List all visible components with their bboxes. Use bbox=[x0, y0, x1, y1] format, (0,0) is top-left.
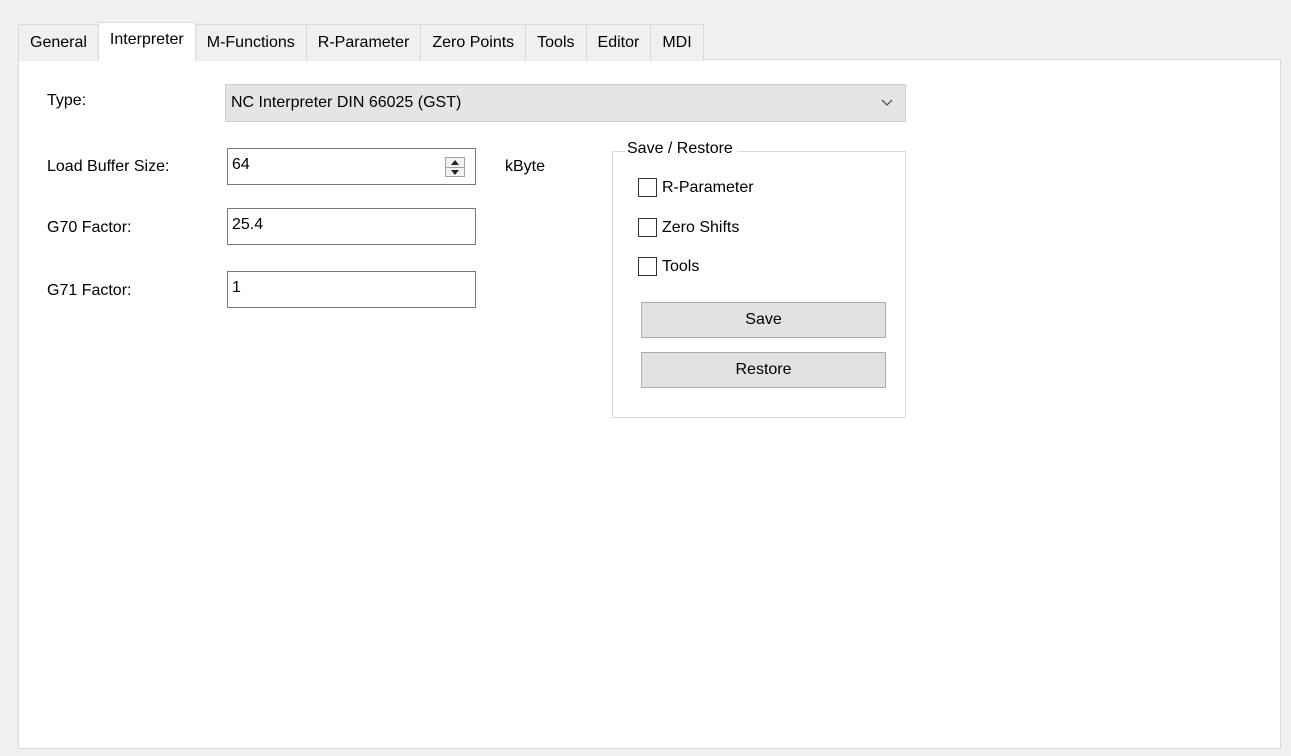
chevron-down-icon[interactable] bbox=[879, 94, 895, 110]
type-combobox-value: NC Interpreter DIN 66025 (GST) bbox=[231, 94, 462, 111]
type-label: Type: bbox=[47, 92, 87, 109]
g71-factor-label: G71 Factor: bbox=[47, 282, 132, 299]
type-combobox[interactable]: NC Interpreter DIN 66025 (GST) bbox=[225, 84, 906, 122]
r-parameter-checkbox[interactable] bbox=[638, 178, 657, 197]
spin-down-icon[interactable] bbox=[446, 168, 464, 177]
tab-mdi[interactable]: MDI bbox=[650, 24, 704, 61]
tools-checkbox[interactable] bbox=[638, 257, 657, 276]
tab-r-parameter[interactable]: R-Parameter bbox=[305, 24, 422, 61]
r-parameter-checkbox-label[interactable]: R-Parameter bbox=[662, 179, 754, 197]
spin-buttons[interactable] bbox=[445, 157, 465, 177]
zero-shifts-checkbox-row[interactable]: Zero Shifts bbox=[638, 218, 739, 237]
tab-editor[interactable]: Editor bbox=[585, 24, 652, 61]
tab-tools[interactable]: Tools bbox=[525, 24, 587, 61]
zero-shifts-checkbox-label[interactable]: Zero Shifts bbox=[662, 219, 739, 237]
tab-interpreter[interactable]: Interpreter bbox=[97, 22, 196, 61]
g70-factor-label: G70 Factor: bbox=[47, 219, 132, 236]
buffer-size-value[interactable]: 64 bbox=[232, 156, 250, 174]
save-button[interactable]: Save bbox=[641, 302, 886, 338]
tab-zero-points[interactable]: Zero Points bbox=[420, 24, 527, 61]
buffer-size-spinner[interactable]: 64 bbox=[227, 148, 476, 185]
g70-factor-input[interactable]: 25.4 bbox=[227, 208, 476, 245]
zero-shifts-checkbox[interactable] bbox=[638, 218, 657, 237]
save-restore-title: Save / Restore bbox=[625, 140, 737, 158]
tab-general[interactable]: General bbox=[18, 24, 99, 61]
g71-factor-value[interactable]: 1 bbox=[232, 279, 241, 297]
tab-m-functions[interactable]: M-Functions bbox=[194, 24, 307, 61]
buffer-size-label: Load Buffer Size: bbox=[47, 158, 170, 175]
tab-bar: General Interpreter M-Functions R-Parame… bbox=[18, 22, 704, 61]
restore-button[interactable]: Restore bbox=[641, 352, 886, 388]
tools-checkbox-label[interactable]: Tools bbox=[662, 258, 699, 276]
r-parameter-checkbox-row[interactable]: R-Parameter bbox=[638, 178, 754, 197]
spin-up-icon[interactable] bbox=[446, 158, 464, 167]
g71-factor-input[interactable]: 1 bbox=[227, 271, 476, 308]
tools-checkbox-row[interactable]: Tools bbox=[638, 257, 699, 276]
buffer-size-unit: kByte bbox=[505, 158, 546, 175]
g70-factor-value[interactable]: 25.4 bbox=[232, 216, 263, 234]
